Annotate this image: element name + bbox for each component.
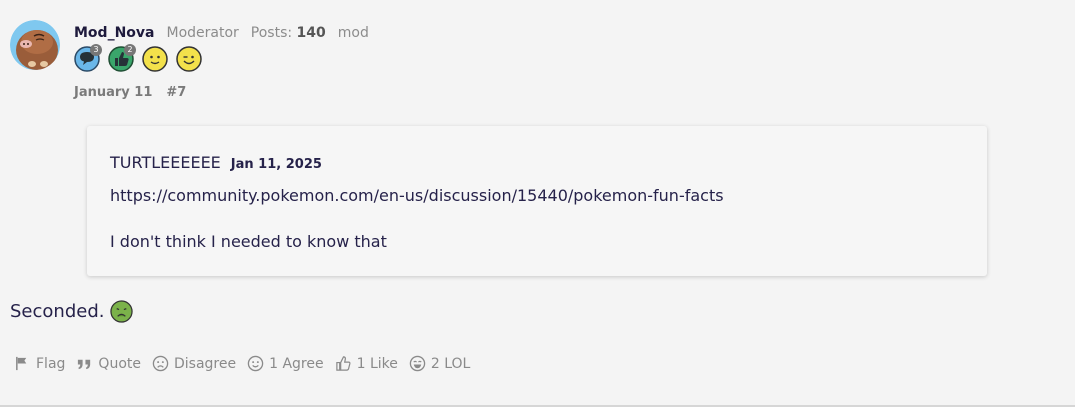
agree-button[interactable]: 1 Agree <box>247 355 324 372</box>
flag-icon <box>16 356 27 371</box>
frown-face-icon <box>152 355 169 372</box>
forum-post: Mod_Nova Moderator Posts: 140 mod 3 2 Ja… <box>0 0 1075 407</box>
lol-label: 2 LOL <box>430 355 471 372</box>
post-body-text: Seconded. <box>10 301 105 322</box>
quote-header: TURTLEEEEEE Jan 11, 2025 <box>110 153 322 172</box>
wink-face-icon <box>176 46 202 72</box>
avatar[interactable] <box>10 20 60 70</box>
badge-count: 2 <box>124 44 136 56</box>
like-label: 1 Like <box>356 355 398 372</box>
smile-face-icon <box>247 355 264 372</box>
thumbs-up-icon <box>335 356 351 371</box>
post-count: Posts: 140 <box>251 25 326 41</box>
smile-face-icon <box>142 46 168 72</box>
quote-icon <box>78 359 91 370</box>
quote-block: TURTLEEEEEE Jan 11, 2025 https://communi… <box>87 126 987 276</box>
smile-badge[interactable] <box>142 46 168 72</box>
quote-text: I don't think I needed to know that <box>110 232 387 251</box>
quote-date[interactable]: Jan 11, 2025 <box>231 157 322 172</box>
posts-label: Posts: <box>250 25 293 41</box>
user-role: Moderator <box>166 25 239 41</box>
quote-link[interactable]: https://community.pokemon.com/en-us/disc… <box>110 186 724 205</box>
like-button[interactable]: 1 Like <box>335 355 398 372</box>
post-meta: January 11 #7 <box>74 85 186 100</box>
post-date[interactable]: January 11 <box>74 85 152 100</box>
quote-label: Quote <box>98 355 141 372</box>
quote-author[interactable]: TURTLEEEEEE <box>110 153 221 172</box>
flag-label: Flag <box>36 355 66 372</box>
nauseated-face-icon <box>110 300 134 323</box>
wink-badge[interactable] <box>176 46 202 72</box>
lol-button[interactable]: 2 LOL <box>409 355 470 372</box>
post-actions: Flag Quote Disagree 1 Agree 1 Like 2 LOL <box>14 355 470 372</box>
flag-button[interactable]: Flag <box>14 355 65 372</box>
badge-list: 3 2 <box>74 44 202 72</box>
badge-count: 3 <box>90 44 102 56</box>
username-link[interactable]: Mod_Nova <box>74 25 154 41</box>
thumbs-up-badge[interactable]: 2 <box>108 44 136 72</box>
post-body: Seconded. <box>10 300 134 323</box>
laugh-face-icon <box>409 355 426 372</box>
speech-bubble-badge[interactable]: 3 <box>74 44 102 72</box>
quote-button[interactable]: Quote <box>76 355 141 372</box>
avatar-image <box>10 20 60 70</box>
post-number[interactable]: #7 <box>166 85 186 100</box>
disagree-label: Disagree <box>173 355 237 372</box>
post-header: Mod_Nova Moderator Posts: 140 mod <box>74 25 369 43</box>
posts-count-value: 140 <box>296 25 326 41</box>
agree-label: 1 Agree <box>269 355 324 372</box>
user-tag: mod <box>337 25 369 41</box>
disagree-button[interactable]: Disagree <box>152 355 236 372</box>
